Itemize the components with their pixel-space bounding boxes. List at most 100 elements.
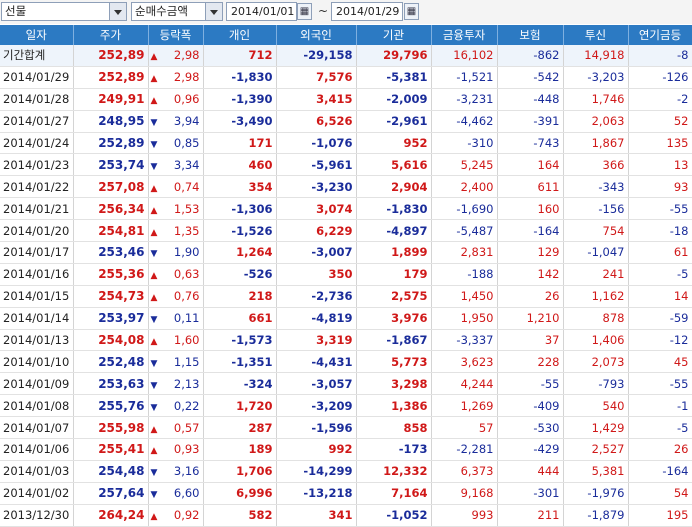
table-row[interactable]: 2014/01/28 249,91 ▲ 0,96 -1,390 3,415 -2,009 -3… [0,88,692,111]
metric-select[interactable]: 순매수금액 [131,2,223,21]
inst-cell: 3,976 [356,307,432,330]
fin-cell: 1,450 [431,285,498,308]
trust-cell: 878 [563,307,629,330]
inst-cell: -2,961 [356,110,432,133]
trust-cell: -156 [563,197,629,221]
pen-cell: -55 [628,197,692,221]
price-cell: 254,08 [73,329,149,352]
column-header[interactable]: 외국인 [276,25,357,45]
pen-cell: -5 [628,416,692,440]
inst-cell: 12,332 [356,460,432,483]
ind-cell: -526 [203,263,277,286]
column-header[interactable]: 개인 [203,25,277,45]
triangle-up-icon: ▲ [150,183,158,194]
price-cell: 252,89 [73,45,149,67]
table-row[interactable]: 2014/01/08 255,76 ▼ 0,22 1,720 -3,209 1,386 1,2… [0,394,692,418]
inst-cell: 952 [356,132,432,155]
fin-cell: 993 [431,504,498,527]
table-row[interactable]: 2013/12/30 264,24 ▲ 0,92 582 341 -1,052 993 211-… [0,504,692,527]
inst-cell: 7,164 [356,482,432,505]
metric-select-value: 순매수금액 [135,4,188,18]
column-header[interactable]: 등락폭 [148,25,204,45]
market-select-value: 선물 [5,4,27,18]
chevron-down-icon[interactable] [205,3,222,20]
triangle-up-icon: ▲ [150,227,158,238]
chevron-down-icon[interactable] [109,3,126,20]
trust-cell: 540 [563,394,629,418]
period-total-row[interactable]: 기간합계 252,89 ▲ 2,98 712 -29,158 29,796 16,102 -86… [0,45,692,67]
table-row[interactable]: 2014/01/22 257,08 ▲ 0,74 354 -3,230 2,904 2,400… [0,175,692,199]
ind-cell: 189 [203,438,277,461]
pen-cell: 14 [628,285,692,308]
inst-cell: 29,796 [356,45,432,67]
change-value: 2,98 [173,48,200,63]
table-row[interactable]: 2014/01/16 255,36 ▲ 0,63 -526 350 179 -188 142 24… [0,263,692,286]
change-value: 1,35 [173,223,200,238]
table-row[interactable]: 2014/01/20 254,81 ▲ 1,35 -1,526 6,229 -4,897 -5… [0,219,692,243]
table-row[interactable]: 2014/01/02 257,64 ▼ 6,60 6,996 -13,218 7,164 9,… [0,482,692,505]
change-value: 0,57 [173,420,200,435]
column-header[interactable]: 일자 [0,25,74,45]
table-row[interactable]: 2014/01/21 256,34 ▲ 1,53 -1,306 3,074 -1,830 -1… [0,197,692,221]
change-cell: ▼ 3,94 [148,110,204,133]
change-value: 3,34 [173,157,200,172]
ins-cell: 26 [497,285,564,308]
ind-cell: 661 [203,307,277,330]
column-header[interactable]: 연기금등 [628,25,692,45]
table-row[interactable]: 2014/01/13 254,08 ▲ 1,60 -1,573 3,319 -1,867 -3… [0,329,692,352]
end-date-input[interactable]: 2014/01/29 [331,2,403,21]
column-header[interactable]: 보험 [497,25,564,45]
date-cell: 2014/01/07 [0,416,74,440]
column-header[interactable]: 투신 [563,25,629,45]
table-row[interactable]: 2014/01/03 254,48 ▼ 3,16 1,706 -14,299 12,332 6… [0,460,692,483]
triangle-up-icon: ▲ [150,337,158,348]
change-value: 0,11 [173,311,200,326]
table-row[interactable]: 2014/01/23 253,74 ▼ 3,34 460 -5,961 5,616 5,245… [0,153,692,177]
fin-cell: -3,231 [431,88,498,111]
table-row[interactable]: 2014/01/09 253,63 ▼ 2,13 -324 -3,057 3,298 4,24… [0,372,692,396]
ins-cell: -743 [497,132,564,155]
table-row[interactable]: 2014/01/15 254,73 ▲ 0,76 218 -2,736 2,575 1,450… [0,285,692,308]
table-row[interactable]: 2014/01/27 248,95 ▼ 3,94 -3,490 6,526 -2,961 -4… [0,110,692,133]
pen-cell: 61 [628,241,692,264]
inst-cell: 2,904 [356,175,432,199]
calendar-icon[interactable]: ▦ [404,3,419,20]
table-row[interactable]: 2014/01/10 252,48 ▼ 1,15 -1,351 -4,431 5,773 3,… [0,350,692,374]
inst-cell: -5,381 [356,66,432,89]
start-date-input[interactable]: 2014/01/01 [226,2,297,21]
triangle-down-icon: ▼ [150,468,158,479]
change-cell: ▲ 0,92 [148,504,204,527]
column-header[interactable]: 기관 [356,25,432,45]
pen-cell: 195 [628,504,692,527]
table-row[interactable]: 2014/01/07 255,98 ▲ 0,57 287 -1,596 858 57 -530 1… [0,416,692,440]
table-row[interactable]: 2014/01/14 253,97 ▼ 0,11 661 -4,819 3,976 1,950… [0,307,692,330]
calendar-icon[interactable]: ▦ [297,3,312,20]
trust-cell: -3,203 [563,66,629,89]
ins-cell: -448 [497,88,564,111]
change-cell: ▼ 0,85 [148,132,204,155]
trust-cell: 1,406 [563,329,629,352]
pen-cell: 54 [628,482,692,505]
fin-cell: -2,281 [431,438,498,461]
change-cell: ▼ 3,34 [148,153,204,177]
triangle-up-icon: ▲ [150,52,158,63]
column-header[interactable]: 주가 [73,25,149,45]
date-cell: 2014/01/08 [0,394,74,418]
price-cell: 252,48 [73,350,149,374]
date-cell: 2014/01/21 [0,197,74,221]
table-row[interactable]: 2014/01/24 252,89 ▼ 0,85 171 -1,076 952 -310 -74… [0,132,692,155]
table-row[interactable]: 2014/01/06 255,41 ▲ 0,93 189 992 -173 -2,281 -42… [0,438,692,461]
price-cell: 253,46 [73,241,149,264]
column-header[interactable]: 금융투자 [431,25,498,45]
market-select[interactable]: 선물 [1,2,127,21]
table-row[interactable]: 2014/01/17 253,46 ▼ 1,90 1,264 -3,007 1,899 2,8… [0,241,692,264]
inst-cell: -4,897 [356,219,432,243]
ind-cell: -1,573 [203,329,277,352]
frg-cell: -3,230 [276,175,357,199]
inst-cell: 1,899 [356,241,432,264]
pen-cell: -55 [628,372,692,396]
change-value: 0,63 [173,267,200,282]
change-value: 1,90 [173,245,200,260]
table-row[interactable]: 2014/01/29 252,89 ▲ 2,98 -1,830 7,576 -5,381 -1… [0,66,692,89]
trust-cell: 2,527 [563,438,629,461]
